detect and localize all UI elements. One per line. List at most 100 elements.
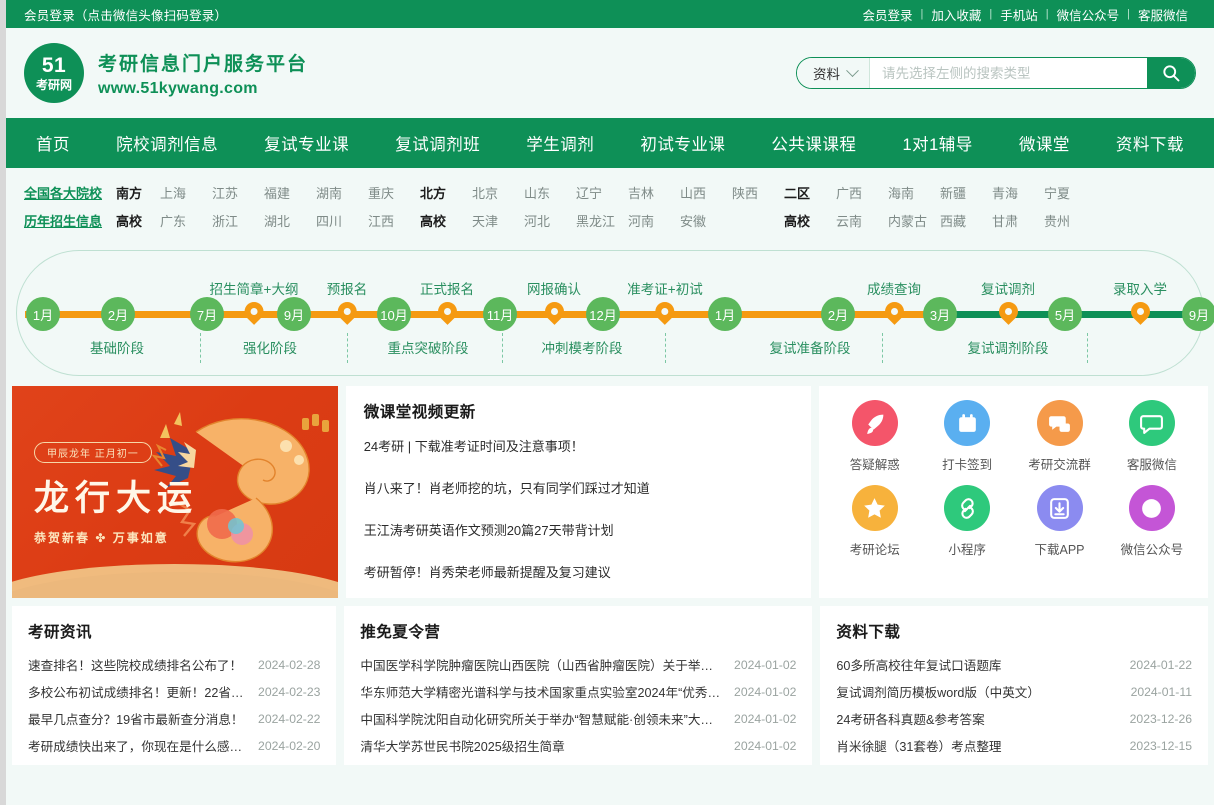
quick-access-item-link[interactable]: 小程序 [921,485,1013,558]
region-link[interactable]: 云南 [836,211,888,230]
news-item[interactable]: 考研成绩快出来了，你现在是什么感… 2024-02-20 [28,732,320,759]
news-item[interactable]: 速查排名！这些院校成绩排名公布了！ 2024-02-28 [28,651,320,678]
timeline-month-node[interactable]: 10月 [377,297,411,331]
region-group-label[interactable]: 全国各大院校 [24,183,116,202]
top-link-member-login[interactable]: 会员登录 [854,5,920,24]
timeline-month-node[interactable]: 1月 [26,297,60,331]
region-link[interactable]: 江西 [368,211,420,230]
region-link[interactable]: 北方 [420,183,472,202]
news-item[interactable]: 肖米徐腿（31套卷）考点整理 2023-12-15 [836,732,1192,759]
region-link[interactable]: 宁夏 [1044,183,1096,202]
region-link[interactable]: 重庆 [368,183,420,202]
region-link[interactable]: 陕西 [732,183,784,202]
micro-class-item[interactable]: 考研暂停！肖秀荣老师最新提醒及复习建议 [364,562,793,581]
timeline-milestone-pin[interactable]: 复试调剂 [981,278,1035,325]
region-link[interactable]: 山东 [524,183,576,202]
news-item[interactable]: 清华大学苏世民书院2025级招生简章 2024-01-02 [360,732,796,759]
quick-access-item-star-pen[interactable]: 考研论坛 [829,485,921,558]
timeline-milestone-pin[interactable]: 预报名 [327,278,367,325]
top-link-add-favorite[interactable]: 加入收藏 [923,5,989,24]
news-item[interactable]: 60多所高校往年复试口语题库 2024-01-22 [836,651,1192,678]
region-link[interactable]: 高校 [420,211,472,230]
timeline-milestone-pin[interactable]: 网报确认 [527,278,581,325]
region-link[interactable]: 辽宁 [576,183,628,202]
timeline-month-node[interactable]: 3月 [923,297,957,331]
news-item[interactable]: 中国科学院沈阳自动化研究所关于举办“智慧赋能·创领未来”大学… 2024-01-0… [360,705,796,732]
region-link[interactable]: 北京 [472,183,524,202]
top-link-mobile-site[interactable]: 手机站 [992,5,1046,24]
timeline-milestone-pin[interactable]: 正式报名 [420,278,474,325]
micro-class-item[interactable]: 24考研 | 下载准考证时间及注意事项！ [364,436,793,455]
search-category-select[interactable]: 资料 [797,58,870,88]
timeline-month-node[interactable]: 5月 [1048,297,1082,331]
region-link[interactable]: 上海 [160,183,212,202]
region-link[interactable]: 高校 [116,211,160,230]
timeline-month-node[interactable]: 12月 [586,297,620,331]
region-link[interactable]: 广西 [836,183,888,202]
region-link[interactable]: 湖南 [316,183,368,202]
news-item[interactable]: 中国医学科学院肿瘤医院山西医院（山西省肿瘤医院）关于举办“… 2024-01-02 [360,651,796,678]
region-link[interactable]: 二区 [784,183,836,202]
region-link[interactable]: 湖北 [264,211,316,230]
nav-item-retest-major-course[interactable]: 复试专业课 [264,131,349,155]
region-link[interactable]: 西藏 [940,211,992,230]
region-link[interactable]: 南方 [116,183,160,202]
nav-item-download[interactable]: 资料下载 [1116,131,1184,155]
region-link[interactable]: 甘肃 [992,211,1044,230]
region-link[interactable]: 吉林 [628,183,680,202]
region-link[interactable]: 海南 [888,183,940,202]
nav-item-student-transfer[interactable]: 学生调剂 [526,131,594,155]
timeline-milestone-pin[interactable]: 招生简章+大纲 [210,278,298,325]
region-group-label[interactable]: 历年招生信息 [24,211,116,230]
region-link[interactable]: 青海 [992,183,1044,202]
top-link-wechat-official[interactable]: 微信公众号 [1049,5,1128,24]
news-item[interactable]: 24考研各科真题&参考答案 2023-12-26 [836,705,1192,732]
promo-banner[interactable]: 甲辰龙年 正月初一 龙行大运 恭贺新春 ✤ 万事如意 [12,386,338,598]
region-link[interactable]: 黑龙江 [576,211,628,230]
region-link[interactable]: 贵州 [1044,211,1096,230]
region-link[interactable]: 江苏 [212,183,264,202]
news-item[interactable]: 多校公布初试成绩排名！更新！22省… 2024-02-23 [28,678,320,705]
site-logo[interactable]: 51 考研网 考研信息门户服务平台 www.51kywang.com [24,43,308,103]
region-link[interactable]: 广东 [160,211,212,230]
search-input[interactable] [870,58,1147,88]
timeline-month-node[interactable]: 9月 [1182,297,1214,331]
region-link[interactable]: 高校 [784,211,836,230]
region-link[interactable]: 河南 [628,211,680,230]
timeline-month-node[interactable]: 2月 [101,297,135,331]
timeline-month-node[interactable]: 2月 [821,297,855,331]
region-link[interactable]: 四川 [316,211,368,230]
region-link[interactable]: 新疆 [940,183,992,202]
nav-item-retest-transfer-class[interactable]: 复试调剂班 [395,131,480,155]
micro-class-item[interactable]: 王江涛考研英语作文预测20篇27天带背计划 [364,520,793,539]
news-item[interactable]: 最早几点查分？19省市最新查分消息！ 2024-02-22 [28,705,320,732]
member-login-notice[interactable]: 会员登录（点击微信头像扫码登录） [24,5,227,24]
search-button[interactable] [1147,58,1195,88]
quick-access-item-rocket[interactable]: 答疑解惑 [829,400,921,473]
top-link-service-wechat[interactable]: 客服微信 [1130,5,1196,24]
nav-item-public-course[interactable]: 公共课课程 [771,131,856,155]
nav-item-school-transfer-info[interactable]: 院校调剂信息 [116,131,218,155]
region-link[interactable]: 福建 [264,183,316,202]
region-link[interactable]: 天津 [472,211,524,230]
nav-item-first-test-major-course[interactable]: 初试专业课 [640,131,725,155]
quick-access-item-download[interactable]: 下载APP [1013,485,1105,558]
nav-item-micro-class[interactable]: 微课堂 [1019,131,1070,155]
region-link[interactable]: 浙江 [212,211,264,230]
micro-class-item[interactable]: 肖八来了！肖老师挖的坑，只有同学们踩过才知道 [364,478,793,497]
news-item[interactable]: 华东师范大学精密光谱科学与技术国家重点实验室2024年“优秀… 2024-01-0… [360,678,796,705]
quick-access-item-calendar[interactable]: 打卡签到 [921,400,1013,473]
region-link[interactable]: 安徽 [680,211,732,230]
region-link[interactable]: 山西 [680,183,732,202]
timeline-month-node[interactable]: 11月 [483,297,517,331]
timeline-milestone-pin[interactable]: 成绩查询 [867,278,921,325]
timeline-month-node[interactable]: 1月 [708,297,742,331]
timeline-milestone-pin[interactable]: 录取入学 [1113,278,1167,325]
quick-access-item-chat-group[interactable]: 考研交流群 [1013,400,1105,473]
quick-access-item-star-badge[interactable]: 微信公众号 [1106,485,1198,558]
nav-item-home[interactable]: 首页 [36,131,70,155]
timeline-milestone-pin[interactable]: 准考证+初试 [627,278,703,325]
region-link[interactable]: 内蒙古 [888,211,940,230]
nav-item-one-on-one-tutoring[interactable]: 1对1辅导 [902,131,972,155]
quick-access-item-wechat-service[interactable]: 客服微信 [1106,400,1198,473]
